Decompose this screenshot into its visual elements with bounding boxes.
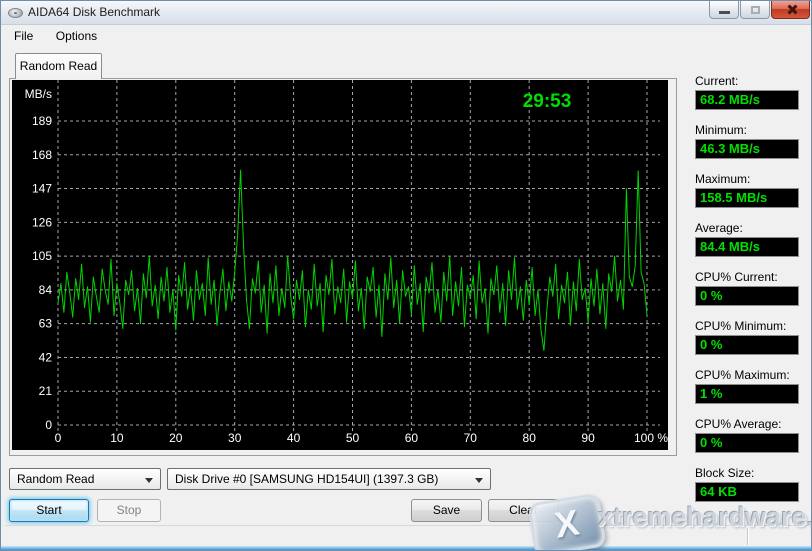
stat-cpu-maximum: CPU% Maximum: 1 % (695, 368, 799, 404)
maximize-icon (751, 6, 760, 14)
stat-value: 0 % (695, 433, 799, 453)
svg-text:10: 10 (110, 431, 124, 445)
svg-text:20: 20 (169, 431, 183, 445)
close-icon (786, 4, 797, 15)
close-button[interactable] (771, 1, 810, 19)
maximize-button[interactable] (740, 1, 770, 19)
status-bar (5, 525, 809, 546)
svg-text:40: 40 (287, 431, 301, 445)
stat-cpu-current: CPU% Current: 0 % (695, 270, 799, 306)
stat-label: CPU% Minimum: (695, 319, 799, 335)
svg-text:105: 105 (32, 249, 52, 263)
svg-text:189: 189 (32, 114, 52, 128)
svg-text:60: 60 (405, 431, 419, 445)
svg-text:168: 168 (32, 148, 52, 162)
benchmark-type-select[interactable]: Random Read (9, 468, 161, 490)
svg-text:30: 30 (228, 431, 242, 445)
start-button[interactable]: Start (9, 499, 89, 522)
svg-text:0: 0 (45, 418, 52, 432)
stat-minimum: Minimum: 46.3 MB/s (695, 123, 799, 159)
benchmark-type-value: Random Read (17, 472, 94, 486)
stat-value: 68.2 MB/s (695, 90, 799, 110)
clear-button[interactable]: Clear (488, 499, 559, 522)
stat-label: Maximum: (695, 172, 799, 188)
minimize-button[interactable] (709, 1, 739, 19)
stat-value: 84.4 MB/s (695, 237, 799, 257)
svg-text:42: 42 (39, 350, 53, 364)
save-button[interactable]: Save (411, 499, 482, 522)
stats-panel: Current: 68.2 MB/s Minimum: 46.3 MB/s Ma… (695, 74, 799, 515)
stat-value: 0 % (695, 335, 799, 355)
svg-text:29:53: 29:53 (523, 91, 572, 112)
svg-text:126: 126 (32, 215, 52, 229)
chevron-down-icon (475, 478, 483, 483)
app-window: AIDA64 Disk Benchmark File Options Rando… (0, 0, 812, 551)
svg-text:80: 80 (523, 431, 537, 445)
window-title: AIDA64 Disk Benchmark (28, 5, 160, 19)
svg-text:90: 90 (581, 431, 595, 445)
app-disk-icon (8, 8, 23, 18)
disk-drive-select[interactable]: Disk Drive #0 [SAMSUNG HD154UI] (1397.3 … (167, 468, 491, 490)
window-frame-bottom (1, 546, 811, 550)
svg-text:21: 21 (39, 384, 53, 398)
chart-panel: 0 10 20 30 40 50 60 70 80 90 100 % 189 168 147 126 105 8… (9, 78, 677, 456)
benchmark-chart: 0 10 20 30 40 50 60 70 80 90 100 % 189 168 147 126 105 8… (12, 80, 668, 450)
stat-label: Average: (695, 221, 799, 237)
stat-block-size: Block Size: 64 KB (695, 466, 799, 502)
stop-button: Stop (97, 499, 161, 522)
stat-current: Current: 68.2 MB/s (695, 74, 799, 110)
status-bar-separator (747, 528, 748, 545)
svg-text:0: 0 (55, 431, 62, 445)
stat-cpu-minimum: CPU% Minimum: 0 % (695, 319, 799, 355)
svg-text:70: 70 (464, 431, 478, 445)
svg-text:50: 50 (346, 431, 360, 445)
svg-text:63: 63 (39, 317, 53, 331)
svg-text:MB/s: MB/s (25, 87, 52, 101)
tab-random-read[interactable]: Random Read (15, 53, 102, 79)
menu-file[interactable]: File (5, 26, 42, 47)
stat-value: 158.5 MB/s (695, 188, 799, 208)
svg-text:100 %: 100 % (634, 431, 668, 445)
stat-value: 1 % (695, 384, 799, 404)
stat-label: Current: (695, 74, 799, 90)
stat-label: CPU% Maximum: (695, 368, 799, 384)
stat-maximum: Maximum: 158.5 MB/s (695, 172, 799, 208)
stat-value: 64 KB (695, 482, 799, 502)
title-bar: AIDA64 Disk Benchmark (1, 1, 811, 25)
stat-label: CPU% Average: (695, 417, 799, 433)
menu-options[interactable]: Options (47, 26, 106, 47)
stat-label: Block Size: (695, 466, 799, 482)
stat-label: Minimum: (695, 123, 799, 139)
stat-cpu-average: CPU% Average: 0 % (695, 417, 799, 453)
svg-text:147: 147 (32, 182, 52, 196)
minimize-icon (719, 11, 730, 14)
stat-average: Average: 84.4 MB/s (695, 221, 799, 257)
svg-text:84: 84 (39, 283, 53, 297)
stat-value: 46.3 MB/s (695, 139, 799, 159)
stat-value: 0 % (695, 286, 799, 306)
menu-bar: File Options (5, 26, 809, 47)
chevron-down-icon (145, 478, 153, 483)
stat-label: CPU% Current: (695, 270, 799, 286)
disk-drive-value: Disk Drive #0 [SAMSUNG HD154UI] (1397.3 … (175, 472, 438, 486)
